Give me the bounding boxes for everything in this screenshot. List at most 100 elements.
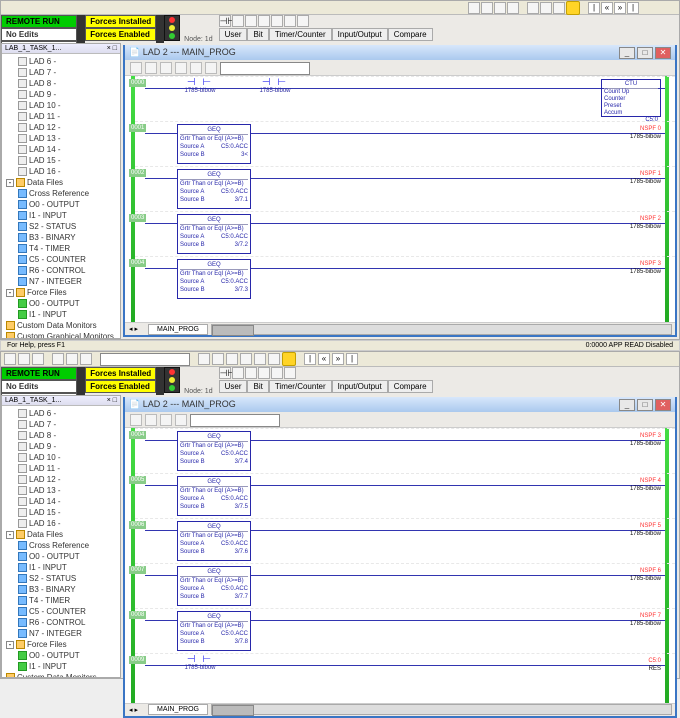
tab-bit[interactable]: Bit [247, 28, 268, 41]
zoom-in-icon[interactable] [254, 353, 266, 365]
tool-icon[interactable] [145, 414, 157, 426]
forcefiles-folder[interactable]: Force Files [27, 288, 67, 297]
tree-item-lad[interactable]: LAD 13 - [4, 133, 118, 144]
nav-prev-icon[interactable]: « [601, 2, 613, 14]
geq-instruction[interactable]: GEQ Grtr Than or Eql (A>=B) Source AC5:0… [177, 566, 251, 606]
zoom-out-icon[interactable] [240, 353, 252, 365]
output-instruction[interactable]: C5:0RES [648, 657, 661, 673]
tree-item[interactable]: Cross Reference [16, 188, 118, 199]
tree-item-lad[interactable]: LAD 15 - [4, 507, 118, 518]
tree-item-lad[interactable]: LAD 12 - [4, 122, 118, 133]
tab-compare[interactable]: Compare [388, 380, 433, 393]
geq-instruction[interactable]: GEQ Grtr Than or Eql (A>=B) Source AC5:0… [177, 476, 251, 516]
ladder-diagram[interactable]: 0004 GEQ Grtr Than or Eql (A>=B) Source … [125, 428, 675, 702]
collapse-icon[interactable]: - [6, 641, 14, 649]
tool-icon[interactable] [130, 414, 142, 426]
tree-item-lad[interactable]: LAD 15 - [4, 155, 118, 166]
ladder-diagram[interactable]: 0000⊣ ⊢1785-bibow⊣ ⊢1785-bibowCTUCount U… [125, 76, 675, 322]
new-icon[interactable] [4, 353, 16, 365]
tree-item-lad[interactable]: LAD 9 - [4, 89, 118, 100]
tree-item[interactable]: I1 - INPUT [16, 210, 118, 221]
output-instruction[interactable]: NSPF 71785-bibow [630, 612, 661, 628]
rung-tool-icon[interactable] [284, 367, 296, 379]
tree-item-lad[interactable]: LAD 6 - [4, 56, 118, 67]
copy-icon[interactable] [66, 353, 78, 365]
rung-tool-icon[interactable] [284, 15, 296, 27]
close-button[interactable]: ✕ [655, 399, 671, 411]
geq-instruction[interactable]: GEQ Grtr Than or Eql (A>=B) Source AC5:0… [177, 259, 251, 299]
ladder-rung[interactable]: 0003 GEQ Grtr Than or Eql (A>=B) Source … [135, 211, 675, 256]
output-instruction[interactable]: NSPF 31785-bibow [630, 432, 661, 448]
output-instruction[interactable]: NSPF 11785-bibow [630, 170, 661, 186]
geq-instruction[interactable]: GEQ Grtr Than or Eql (A>=B) Source AC5:0… [177, 214, 251, 254]
tool-icon[interactable] [145, 62, 157, 74]
tool-icon[interactable] [130, 62, 142, 74]
tool-icon[interactable] [160, 62, 172, 74]
tree-item[interactable]: C5 - COUNTER [16, 606, 118, 617]
tree-item-lad[interactable]: LAD 16 - [4, 166, 118, 177]
tab-user[interactable]: User [219, 28, 248, 41]
tool-icon[interactable] [507, 2, 519, 14]
tab-io[interactable]: Input/Output [332, 28, 388, 41]
geq-instruction[interactable]: GEQ Grtr Than or Eql (A>=B) Source AC5:0… [177, 611, 251, 651]
nav-first-icon[interactable]: | [588, 2, 600, 14]
ladder-rung[interactable]: 0006 GEQ Grtr Than or Eql (A>=B) Source … [135, 518, 675, 563]
geq-instruction[interactable]: GEQ Grtr Than or Eql (A>=B) Source AC5:0… [177, 431, 251, 471]
datafiles-folder[interactable]: Data Files [27, 178, 63, 187]
tree-item[interactable]: T4 - TIMER [16, 595, 118, 606]
tree-item[interactable]: B3 - BINARY [16, 232, 118, 243]
tree-item-lad[interactable]: LAD 13 - [4, 485, 118, 496]
tool-icon[interactable] [205, 62, 217, 74]
tree-item[interactable]: O0 - OUTPUT [16, 199, 118, 210]
horizontal-scrollbar[interactable] [211, 704, 672, 715]
tree-item[interactable]: Custom Graphical Monitors [4, 331, 118, 339]
tool-icon[interactable] [175, 414, 187, 426]
ladder-rung[interactable]: 0001 GEQ Grtr Than or Eql (A>=B) Source … [135, 121, 675, 166]
search-combo[interactable] [100, 353, 190, 366]
tree-item-lad[interactable]: LAD 16 - [4, 518, 118, 529]
rung-tool-icon[interactable]: ⊣⊢ [219, 15, 231, 27]
rung-tool-icon[interactable] [271, 15, 283, 27]
rung-tool-icon[interactable] [271, 367, 283, 379]
tool-icon[interactable] [212, 353, 224, 365]
tool-icon[interactable] [468, 2, 480, 14]
ladder-rung[interactable]: 0008 GEQ Grtr Than or Eql (A>=B) Source … [135, 608, 675, 653]
tree-item-lad[interactable]: LAD 10 - [4, 452, 118, 463]
tree-item-lad[interactable]: LAD 9 - [4, 441, 118, 452]
rung-tool-icon[interactable] [232, 367, 244, 379]
tree-close-icon[interactable]: × □ [107, 397, 117, 404]
tool-icon[interactable] [160, 414, 172, 426]
tool-icon[interactable] [190, 62, 202, 74]
rung-tool-icon[interactable] [297, 15, 309, 27]
paste-icon[interactable] [80, 353, 92, 365]
ladder-rung[interactable]: 0007 GEQ Grtr Than or Eql (A>=B) Source … [135, 563, 675, 608]
tree-close-icon[interactable]: × □ [107, 45, 117, 52]
tree-item-lad[interactable]: LAD 14 - [4, 496, 118, 507]
contact-instruction[interactable]: ⊣ ⊢1785-bibow [170, 654, 230, 671]
tool-icon[interactable] [481, 2, 493, 14]
ladder-rung[interactable]: 0005 GEQ Grtr Than or Eql (A>=B) Source … [135, 473, 675, 518]
rung-tool-icon[interactable] [245, 367, 257, 379]
fit-window-icon[interactable] [268, 353, 280, 365]
address-combo[interactable] [220, 62, 310, 75]
tab-timercounter[interactable]: Timer/Counter [269, 28, 332, 41]
ladder-rung[interactable]: 0000⊣ ⊢1785-bibow⊣ ⊢1785-bibowCTUCount U… [135, 76, 675, 121]
nav-prev-icon[interactable]: « [318, 353, 330, 365]
output-instruction[interactable]: NSPF 31785-bibow [630, 260, 661, 276]
forcefiles-folder[interactable]: Force Files [27, 640, 67, 649]
ctu-instruction[interactable]: CTUCount UpCounterPresetAccumC5:0 [601, 79, 661, 117]
tree-item[interactable]: O0 - OUTPUT [16, 298, 118, 309]
geq-instruction[interactable]: GEQ Grtr Than or Eql (A>=B) Source AC5:0… [177, 169, 251, 209]
cut-icon[interactable] [52, 353, 64, 365]
tool-icon[interactable] [226, 353, 238, 365]
ladder-rung[interactable]: 0009⊣ ⊢1785-bibowC5:0RES [135, 653, 675, 698]
tab-user[interactable]: User [219, 380, 248, 393]
highlight-icon[interactable] [566, 1, 580, 15]
collapse-icon[interactable]: - [6, 179, 14, 187]
datafiles-folder[interactable]: Data Files [27, 530, 63, 539]
horizontal-scrollbar[interactable] [211, 324, 672, 335]
ladder-rung[interactable]: 0004 GEQ Grtr Than or Eql (A>=B) Source … [135, 428, 675, 473]
tree-item-lad[interactable]: LAD 8 - [4, 430, 118, 441]
tab-compare[interactable]: Compare [388, 28, 433, 41]
address-combo[interactable] [190, 414, 280, 427]
